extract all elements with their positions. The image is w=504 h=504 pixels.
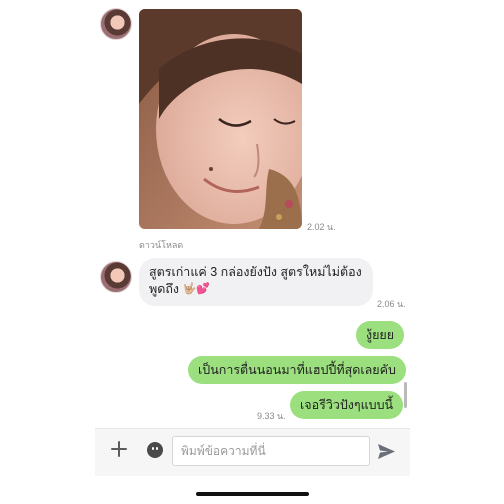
hand-heart-emoji-icon: 🤟🏼💕 bbox=[182, 283, 210, 296]
message-input[interactable] bbox=[172, 436, 370, 466]
outgoing-message-bubble[interactable]: เป็นการตื่นนอนมาที่แฮปปี้ที่สุดเลยคับ bbox=[188, 356, 406, 384]
emoji-icon[interactable] bbox=[147, 442, 163, 458]
incoming-message-text: พูดถึง bbox=[149, 282, 180, 296]
photo-image bbox=[139, 9, 302, 229]
photo-timestamp: 2.02 น. bbox=[307, 222, 336, 232]
plus-icon[interactable] bbox=[110, 440, 128, 458]
outgoing-message-bubble[interactable]: งู้ยยย bbox=[356, 321, 405, 349]
incoming-timestamp: 2.06 น. bbox=[377, 299, 406, 309]
scrollbar[interactable] bbox=[404, 382, 407, 408]
incoming-message-line-1: สูตรเก่าแค่ 3 กล่องยังปัง สูตรใหม่ไม่ต้อ… bbox=[149, 265, 362, 279]
received-photo[interactable] bbox=[139, 9, 302, 229]
incoming-message-line-2: พูดถึง 🤟🏼💕 bbox=[149, 281, 363, 298]
send-icon[interactable] bbox=[378, 444, 395, 459]
home-indicator[interactable] bbox=[196, 492, 309, 496]
download-link[interactable]: ดาวน์โหลด bbox=[139, 238, 183, 252]
sender-avatar[interactable] bbox=[100, 261, 132, 293]
incoming-message-bubble[interactable]: สูตรเก่าแค่ 3 กล่องยังปัง สูตรใหม่ไม่ต้อ… bbox=[139, 258, 373, 306]
outgoing-message-bubble[interactable]: เจอรีวิวปังๆแบบนี้ bbox=[290, 391, 404, 419]
outgoing-timestamp: 9.33 น. bbox=[257, 411, 286, 421]
sender-avatar[interactable] bbox=[100, 8, 132, 40]
